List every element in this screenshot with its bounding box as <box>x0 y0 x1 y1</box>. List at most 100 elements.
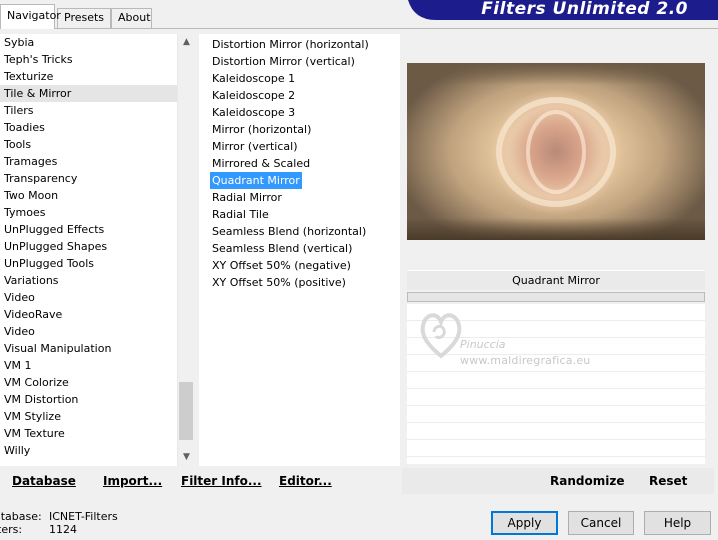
preview-action-bar: Randomize Reset <box>402 468 714 494</box>
preview-inner-ring <box>526 109 586 194</box>
category-item[interactable]: VM Texture <box>0 425 178 442</box>
tab-presets[interactable]: Presets <box>57 8 111 28</box>
filter-item[interactable]: Mirror (horizontal) <box>199 121 400 138</box>
scroll-down-arrow-icon[interactable]: ▼ <box>178 449 195 466</box>
category-item[interactable]: Variations <box>0 272 178 289</box>
category-item[interactable]: Tymoes <box>0 204 178 221</box>
category-item[interactable]: Tools <box>0 136 178 153</box>
filter-item[interactable]: Kaleidoscope 3 <box>199 104 400 121</box>
param-row <box>407 423 705 440</box>
filter-item-label: Kaleidoscope 1 <box>212 72 296 85</box>
apply-button[interactable]: Apply <box>491 511 558 535</box>
current-filter-name: Quadrant Mirror <box>407 270 705 290</box>
filter-list[interactable]: Distortion Mirror (horizontal) Distortion… <box>199 34 400 466</box>
filter-info-button[interactable]: Filter Info... <box>181 474 262 488</box>
filter-item[interactable]: Seamless Blend (vertical) <box>199 240 400 257</box>
category-scrollbar[interactable]: ▲ ▼ <box>177 34 194 466</box>
filter-item-label: Kaleidoscope 3 <box>212 106 296 119</box>
tab-divider <box>0 28 718 29</box>
scroll-thumb[interactable] <box>179 382 193 440</box>
database-button[interactable]: Database <box>12 474 76 488</box>
category-item[interactable]: Two Moon <box>0 187 178 204</box>
filter-item[interactable]: Mirror (vertical) <box>199 138 400 155</box>
filters-count: 1124 <box>49 523 77 536</box>
filter-item[interactable]: Kaleidoscope 2 <box>199 87 400 104</box>
randomize-button[interactable]: Randomize <box>550 474 624 488</box>
filter-item[interactable]: Radial Mirror <box>199 189 400 206</box>
param-row <box>407 406 705 423</box>
filter-item-label: Radial Tile <box>212 208 269 221</box>
filter-item[interactable]: Distortion Mirror (horizontal) <box>199 36 400 53</box>
category-item[interactable]: Tramages <box>0 153 178 170</box>
cancel-button[interactable]: Cancel <box>568 511 634 535</box>
category-item[interactable]: UnPlugged Shapes <box>0 238 178 255</box>
preview-band-bottom <box>407 218 705 240</box>
app-title: Filters Unlimited 2.0 <box>481 0 688 19</box>
filter-item[interactable]: Mirrored & Scaled <box>199 155 400 172</box>
filter-item[interactable]: Quadrant Mirror <box>199 172 400 189</box>
filter-item-label: Distortion Mirror (vertical) <box>212 55 355 68</box>
category-item[interactable]: Willy <box>0 442 178 459</box>
category-item[interactable]: Tile & Mirror <box>0 85 178 102</box>
filter-item[interactable]: Radial Tile <box>199 206 400 223</box>
filter-item-label: Mirrored & Scaled <box>212 157 311 170</box>
help-button[interactable]: Help <box>644 511 711 535</box>
category-item[interactable]: VM Stylize <box>0 408 178 425</box>
filter-item-label: Kaleidoscope 2 <box>212 89 296 102</box>
preview-image <box>407 63 705 240</box>
scroll-up-arrow-icon[interactable]: ▲ <box>178 34 195 51</box>
category-item[interactable]: VM Colorize <box>0 374 178 391</box>
filter-item-label: Distortion Mirror (horizontal) <box>212 38 369 51</box>
category-item[interactable]: Teph's Tricks <box>0 51 178 68</box>
filter-item[interactable]: Seamless Blend (horizontal) <box>199 223 400 240</box>
param-row <box>407 389 705 406</box>
filter-item[interactable]: XY Offset 50% (negative) <box>199 257 400 274</box>
tab-navigator[interactable]: Navigator <box>0 4 61 29</box>
category-item[interactable]: VM Distortion <box>0 391 178 408</box>
tab-about[interactable]: About <box>111 8 152 28</box>
filter-item-label: Seamless Blend (vertical) <box>212 242 353 255</box>
filters-status: lters: 1124 <box>0 523 200 536</box>
filter-item[interactable]: XY Offset 50% (positive) <box>199 274 400 291</box>
category-item[interactable]: Visual Manipulation <box>0 340 178 357</box>
filter-item-label: XY Offset 50% (negative) <box>212 259 351 272</box>
parameter-area <box>407 304 705 464</box>
filter-item[interactable]: Distortion Mirror (vertical) <box>199 53 400 70</box>
filter-item-label: Mirror (horizontal) <box>212 123 312 136</box>
category-item[interactable]: UnPlugged Effects <box>0 221 178 238</box>
editor-button[interactable]: Editor... <box>279 474 332 488</box>
category-item[interactable]: VM 1 <box>0 357 178 374</box>
param-row <box>407 372 705 389</box>
category-item[interactable]: VideoRave <box>0 306 178 323</box>
category-item[interactable]: Sybia <box>0 34 178 51</box>
import-button[interactable]: Import... <box>103 474 162 488</box>
database-label: atabase: <box>0 510 42 523</box>
filter-item-label: XY Offset 50% (positive) <box>212 276 346 289</box>
filter-item-label: Mirror (vertical) <box>212 140 298 153</box>
category-item[interactable]: Texturize <box>0 68 178 85</box>
preview-band-top <box>407 63 705 85</box>
category-item[interactable]: Toadies <box>0 119 178 136</box>
category-item[interactable]: UnPlugged Tools <box>0 255 178 272</box>
progress-bar <box>407 292 705 302</box>
filter-item[interactable]: Kaleidoscope 1 <box>199 70 400 87</box>
category-list[interactable]: Sybia Teph's Tricks Texturize Tile & Mirror… <box>0 34 178 466</box>
param-row <box>407 338 705 355</box>
database-value: ICNET-Filters <box>49 510 118 523</box>
app-banner: Filters Unlimited 2.0 <box>408 0 718 20</box>
filter-item-label: Seamless Blend (horizontal) <box>212 225 367 238</box>
param-row <box>407 355 705 372</box>
preview-panel: Quadrant Mirror <box>402 34 714 466</box>
filter-item-label: Quadrant Mirror <box>210 172 302 189</box>
database-status: atabase: ICNET-Filters <box>0 510 200 523</box>
filters-label: lters: <box>0 523 23 536</box>
category-item[interactable]: Video <box>0 323 178 340</box>
category-item[interactable]: Tilers <box>0 102 178 119</box>
param-row <box>407 440 705 457</box>
filter-item-label: Radial Mirror <box>212 191 282 204</box>
param-row <box>407 321 705 338</box>
action-bar: Database Import... Filter Info... Editor… <box>0 468 718 494</box>
reset-button[interactable]: Reset <box>649 474 687 488</box>
category-item[interactable]: Video <box>0 289 178 306</box>
category-item[interactable]: Transparency <box>0 170 178 187</box>
